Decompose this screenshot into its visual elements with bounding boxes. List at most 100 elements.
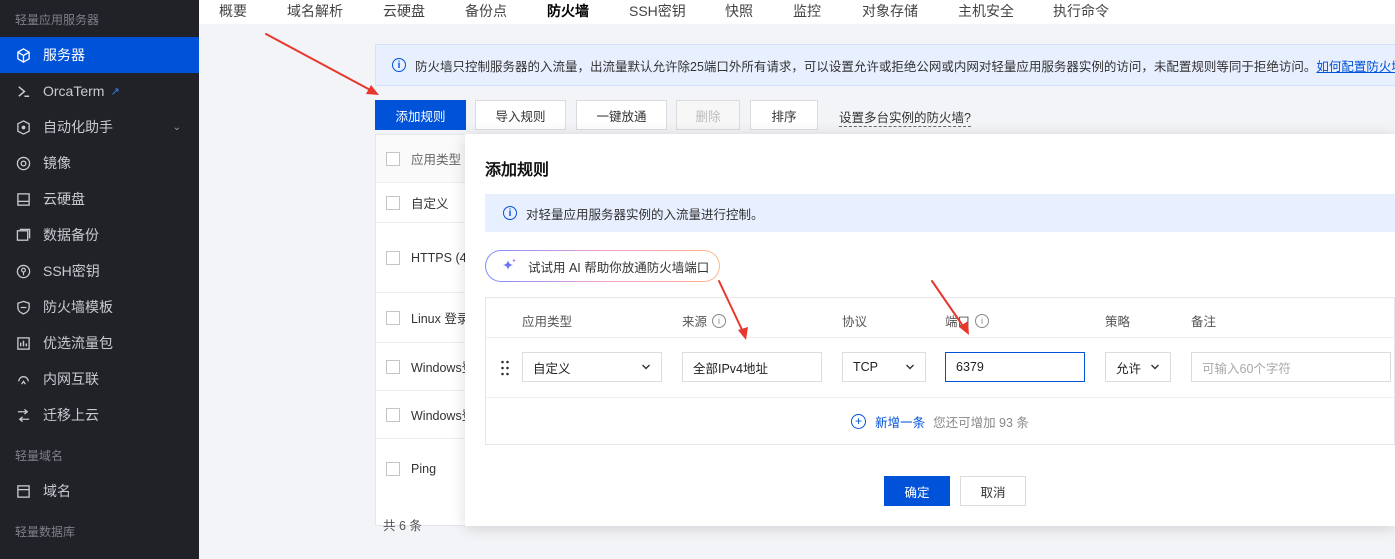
backup-icon [15, 227, 31, 243]
tab-object-storage[interactable]: 对象存储 [862, 1, 918, 21]
sidebar-item-backup[interactable]: 数据备份 [0, 217, 199, 253]
help-icon[interactable]: i [712, 313, 727, 328]
firewall-notice: i 防火墙只控制服务器的入流量，出流量默认允许除25端口外所有请求，可以设置允许… [375, 44, 1395, 86]
table-cell: Linux 登录 [411, 312, 470, 326]
traffic-icon [15, 335, 31, 351]
tab-host-security[interactable]: 主机安全 [958, 1, 1014, 21]
row-checkbox[interactable] [386, 195, 400, 210]
rule-editor: 应用类型 来源 i 协议 端口 i 策略 备注 自定义 全部IPv4地址 TCP 6… [485, 297, 1395, 445]
sidebar-item-migrate[interactable]: 迁移上云 [0, 397, 199, 433]
shield-icon [15, 299, 31, 315]
sidebar-item-label: 服务器 [43, 47, 85, 63]
policy-select[interactable]: 允许 [1105, 352, 1171, 382]
image-icon [15, 155, 31, 171]
sidebar-item-disk[interactable]: 云硬盘 [0, 181, 199, 217]
sidebar-item-image[interactable]: 镜像 [0, 145, 199, 181]
sidebar-item-servers[interactable]: 服务器 [0, 37, 199, 73]
sort-button[interactable]: 排序 [750, 100, 818, 130]
cube-icon [15, 47, 31, 63]
help-icon[interactable]: i [975, 313, 990, 328]
sidebar-item-firewall-template[interactable]: 防火墙模板 [0, 289, 199, 325]
tab-monitor[interactable]: 监控 [793, 1, 821, 21]
sidebar: 轻量应用服务器 服务器 OrcaTerm ↗ 自动化助手 ⌄ 镜像 云硬盘 数据… [0, 0, 199, 559]
sidebar-item-label: 镜像 [43, 155, 71, 171]
dialog-notice-text: 对轻量应用服务器实例的入流量进行控制。 [526, 207, 764, 222]
disk-icon [15, 191, 31, 207]
select-all-checkbox[interactable] [386, 151, 400, 166]
import-rule-button[interactable]: 导入规则 [475, 100, 566, 130]
sidebar-group-servers: 轻量应用服务器 [15, 13, 100, 27]
sidebar-item-intranet[interactable]: 内网互联 [0, 361, 199, 397]
notice-help-link[interactable]: 如何配置防火墙规则 [1316, 56, 1395, 75]
row-checkbox[interactable] [386, 359, 400, 374]
column-source-label: 来源 [682, 315, 708, 329]
delete-button[interactable]: 删除 [676, 100, 740, 130]
sidebar-item-traffic[interactable]: 优选流量包 [0, 325, 199, 361]
sidebar-item-label: 域名 [43, 483, 71, 499]
sidebar-group-database: 轻量数据库 [15, 525, 76, 539]
sidebar-item-label: 云硬盘 [43, 191, 85, 207]
info-icon: i [392, 58, 406, 72]
column-source: 来源 i [682, 311, 727, 330]
confirm-button[interactable]: 确定 [884, 476, 950, 506]
tab-overview[interactable]: 概要 [219, 1, 247, 21]
table-header: 应用类型 [376, 135, 474, 183]
add-circle-icon[interactable]: + [851, 413, 867, 429]
table-total: 共 6 条 [383, 519, 422, 533]
sidebar-item-automation[interactable]: 自动化助手 ⌄ [0, 109, 199, 145]
row-checkbox[interactable] [386, 462, 400, 476]
ai-assist-button[interactable]: 试试用 AI 帮助你放通防火墙端口 [485, 250, 720, 282]
table-cell: HTTPS (4 [411, 250, 467, 265]
cancel-button[interactable]: 取消 [960, 476, 1026, 506]
policy-value: 允许 [1116, 361, 1142, 376]
migrate-icon [15, 407, 31, 423]
protocol-select[interactable]: TCP [842, 352, 926, 382]
tab-dns[interactable]: 域名解析 [287, 1, 343, 21]
external-link-icon: ↗ [110, 85, 120, 98]
sidebar-item-domain[interactable]: 域名 [0, 473, 199, 509]
domain-icon [15, 483, 31, 499]
port-input[interactable]: 6379 [945, 352, 1085, 382]
chevron-down-icon [1151, 364, 1159, 370]
column-policy: 策略 [1105, 315, 1131, 329]
tab-run-command[interactable]: 执行命令 [1053, 1, 1109, 21]
add-rule-row: + 新增一条 您还可增加 93 条 [486, 398, 1394, 444]
info-icon: i [503, 206, 517, 220]
sidebar-item-ssh-key[interactable]: SSH密钥 [0, 253, 199, 289]
open-all-button[interactable]: 一键放通 [576, 100, 667, 130]
rule-row: 自定义 全部IPv4地址 TCP 6379 允许 可输入60个字符 [486, 338, 1394, 398]
row-checkbox[interactable] [386, 310, 400, 325]
tab-ssh-key[interactable]: SSH密钥 [629, 1, 686, 21]
sidebar-group-domain: 轻量域名 [15, 449, 64, 463]
source-input[interactable]: 全部IPv4地址 [682, 352, 822, 382]
rule-editor-header: 应用类型 来源 i 协议 端口 i 策略 备注 [486, 298, 1394, 338]
tab-firewall[interactable]: 防火墙 [547, 1, 589, 21]
dialog-title: 添加规则 [485, 162, 550, 179]
terminal-icon [15, 83, 31, 99]
dialog-notice: i 对轻量应用服务器实例的入流量进行控制。 [485, 194, 1395, 232]
add-rule-link[interactable]: 新增一条 [875, 412, 925, 431]
tab-snapshot[interactable]: 快照 [725, 1, 753, 21]
sidebar-item-label: 优选流量包 [43, 335, 113, 351]
tab-backup[interactable]: 备份点 [465, 1, 507, 21]
chevron-down-icon [642, 364, 650, 370]
rules-table: 应用类型 自定义 HTTPS (4 Linux 登录 Windows登 Wind… [375, 134, 475, 526]
sidebar-item-label: SSH密钥 [43, 263, 100, 279]
app-type-value: 自定义 [533, 361, 571, 376]
notice-text: 防火墙只控制服务器的入流量，出流量默认允许除25端口外所有请求，可以设置允许或拒… [415, 59, 1317, 74]
multi-instance-firewall-link[interactable]: 设置多台实例的防火墙? [839, 107, 971, 127]
drag-handle-icon[interactable] [500, 360, 510, 376]
sidebar-item-label: 迁移上云 [43, 407, 99, 423]
column-port-label: 端口 [945, 315, 971, 329]
sidebar-item-label: 内网互联 [43, 371, 99, 387]
sidebar-item-orcaterm[interactable]: OrcaTerm ↗ [0, 73, 199, 109]
table-row: Windows登 [376, 391, 474, 439]
tab-cloud-disk[interactable]: 云硬盘 [383, 1, 425, 21]
table-row: HTTPS (4 [376, 223, 474, 293]
add-rule-button[interactable]: 添加规则 [375, 100, 466, 130]
row-checkbox[interactable] [386, 250, 400, 265]
row-checkbox[interactable] [386, 407, 400, 422]
app-type-select[interactable]: 自定义 [522, 352, 662, 382]
protocol-value: TCP [853, 360, 878, 374]
remark-input[interactable]: 可输入60个字符 [1191, 352, 1391, 382]
